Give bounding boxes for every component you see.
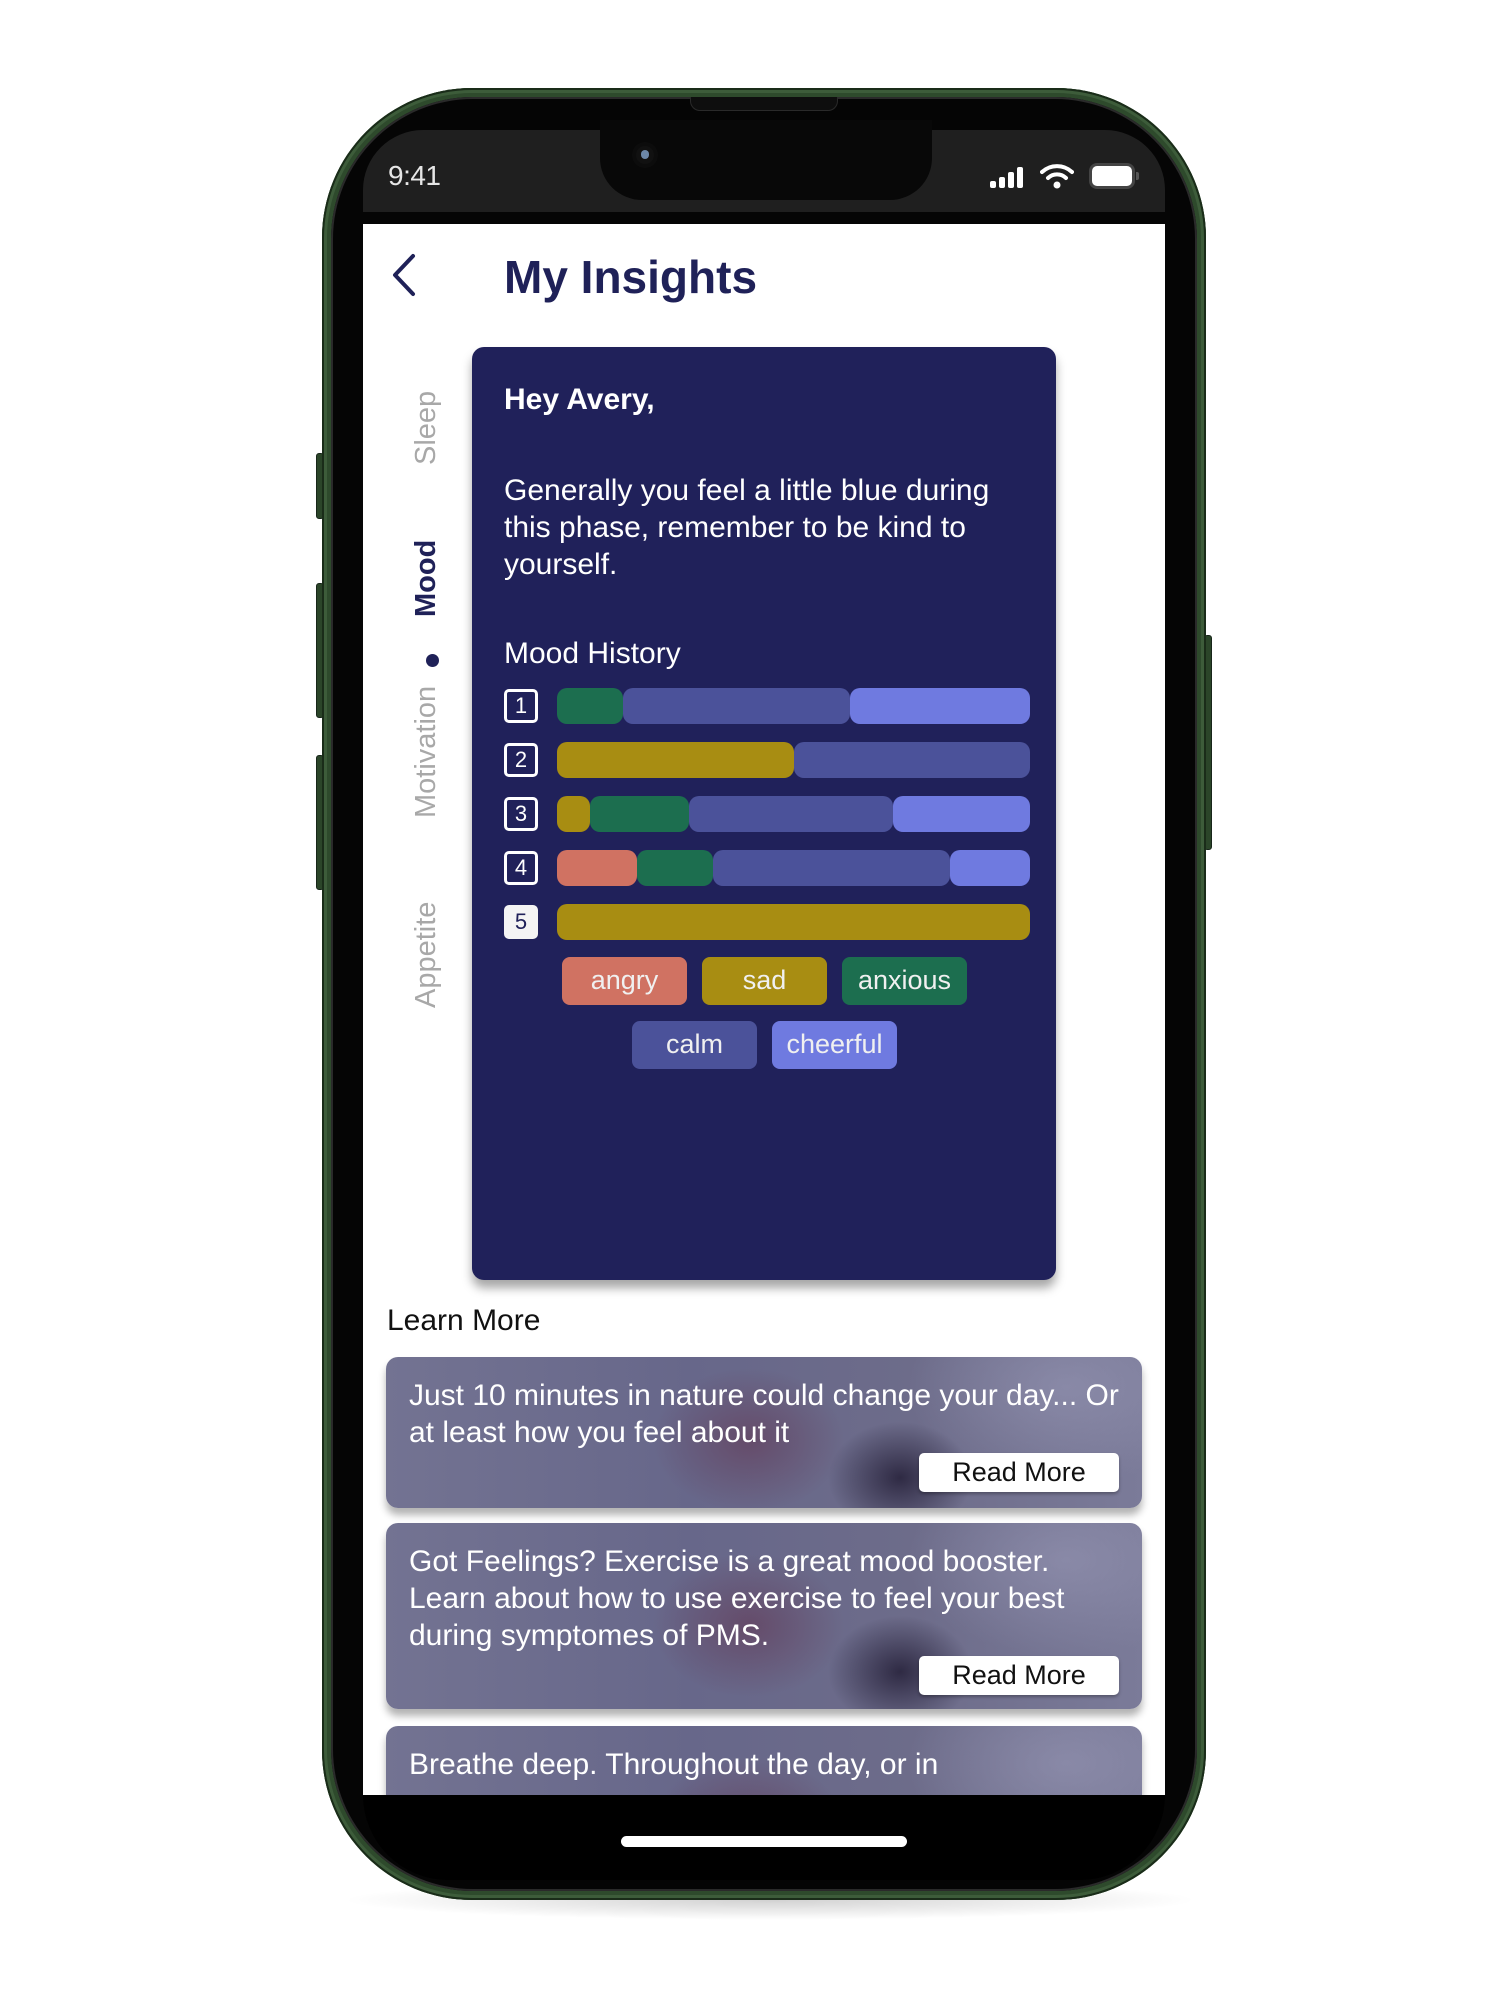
mood-insight-card: Hey Avery, Generally you feel a little b…: [472, 347, 1056, 1280]
bar-segment-sad: [557, 796, 591, 832]
speaker-grille: [690, 97, 838, 111]
back-button[interactable]: [389, 252, 419, 298]
read-more-button[interactable]: Read More: [919, 1656, 1119, 1695]
row-badge-3[interactable]: 3: [504, 797, 538, 831]
mood-legend: angry sad anxious calm cheerful: [472, 957, 1056, 1077]
bar-segment-anxious: [557, 688, 624, 724]
bar-segment-cheerful: [892, 796, 1030, 832]
bar-segment-calm: [713, 850, 950, 886]
row-badge-4[interactable]: 4: [504, 851, 538, 885]
article-card[interactable]: Got Feelings? Exercise is a great mood b…: [386, 1523, 1142, 1709]
screen: My Insights Sleep Mood Motivation Appeti…: [363, 224, 1165, 1795]
bar-segment-calm: [793, 742, 1030, 778]
article-card[interactable]: Breathe deep. Throughout the day, or in: [386, 1726, 1142, 1795]
bar-segment-angry: [557, 850, 638, 886]
row-bar: [557, 688, 1030, 724]
row-bar: [557, 850, 1030, 886]
legend-sad[interactable]: sad: [702, 957, 827, 1005]
tab-appetite[interactable]: Appetite: [410, 902, 443, 1008]
row-bar: [557, 904, 1030, 940]
page-title: My Insights: [504, 251, 758, 303]
tab-mood[interactable]: Mood: [410, 540, 443, 617]
home-indicator[interactable]: [621, 1836, 907, 1847]
bar-segment-sad: [557, 742, 794, 778]
legend-anxious[interactable]: anxious: [842, 957, 967, 1005]
bar-segment-calm: [689, 796, 893, 832]
legend-cheerful[interactable]: cheerful: [772, 1021, 897, 1069]
history-row: 2: [504, 742, 1034, 778]
legend-calm[interactable]: calm: [632, 1021, 757, 1069]
tab-sleep[interactable]: Sleep: [410, 391, 443, 465]
bar-segment-calm: [623, 688, 851, 724]
insight-message: Generally you feel a little blue during …: [504, 474, 990, 581]
active-tab-indicator: [426, 654, 439, 667]
row-badge-5[interactable]: 5: [504, 905, 538, 939]
bar-segment-cheerful: [850, 688, 1030, 724]
side-tabs: Sleep Mood Motivation Appetite: [363, 334, 473, 1254]
learn-more-title: Learn More: [387, 1304, 541, 1337]
row-badge-2[interactable]: 2: [504, 743, 538, 777]
article-text: Got Feelings? Exercise is a great mood b…: [409, 1545, 1065, 1652]
bar-segment-sad: [557, 904, 1030, 940]
wifi-icon: [1040, 164, 1074, 189]
chevron-left-icon: [393, 254, 415, 296]
article-text: Just 10 minutes in nature could change y…: [409, 1379, 1119, 1449]
history-row: 5: [504, 904, 1034, 940]
article-card[interactable]: Just 10 minutes in nature could change y…: [386, 1357, 1142, 1508]
bar-segment-cheerful: [949, 850, 1030, 886]
article-text: Breathe deep. Throughout the day, or in: [409, 1748, 939, 1781]
status-time: 9:41: [388, 160, 441, 191]
greeting: Hey Avery,: [504, 383, 655, 416]
legend-angry[interactable]: angry: [562, 957, 687, 1005]
history-row: 4: [504, 850, 1034, 886]
row-bar: [557, 742, 1030, 778]
history-row: 1: [504, 688, 1034, 724]
row-bar: [557, 796, 1030, 832]
history-row: 3: [504, 796, 1034, 832]
bar-segment-anxious: [590, 796, 690, 832]
cellular-signal-icon: [990, 166, 1030, 188]
row-badge-1[interactable]: 1: [504, 689, 538, 723]
mood-history-title: Mood History: [504, 637, 681, 670]
battery-icon: [1092, 166, 1139, 186]
tab-motivation[interactable]: Motivation: [410, 686, 443, 818]
bar-segment-anxious: [637, 850, 714, 886]
read-more-button[interactable]: Read More: [919, 1453, 1119, 1492]
camera-icon: [636, 146, 654, 164]
